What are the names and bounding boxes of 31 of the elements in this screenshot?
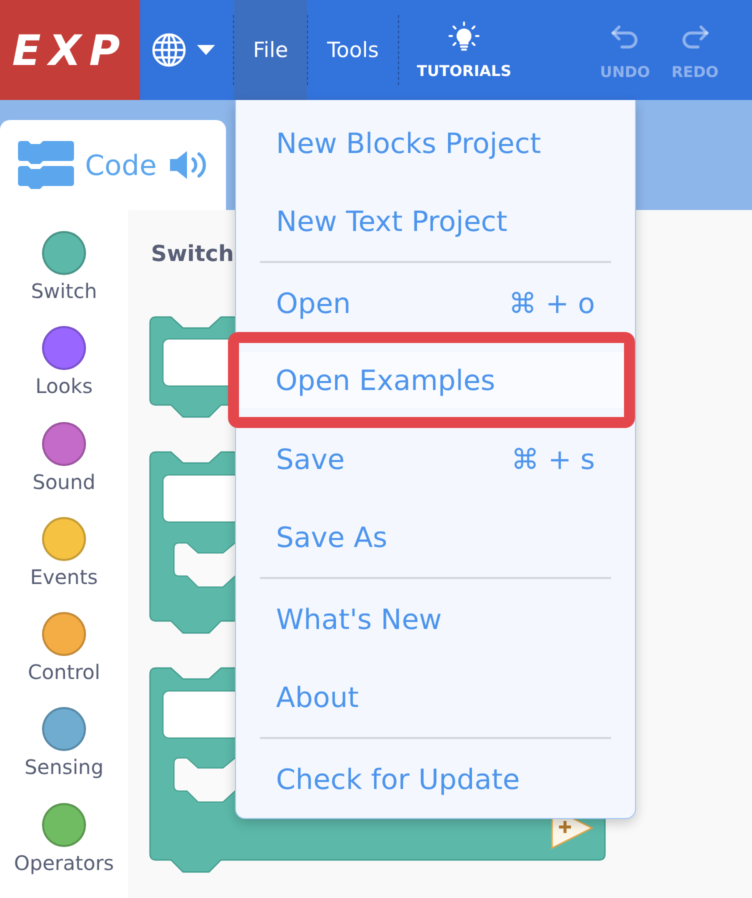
category-item[interactable]: Sound <box>0 422 128 517</box>
menu-option[interactable]: Open Examples <box>238 352 624 408</box>
category-item[interactable]: Events <box>0 516 128 612</box>
speaker-icon <box>168 148 208 182</box>
category-item[interactable]: Control <box>0 612 128 708</box>
category-item[interactable]: Switch <box>0 231 128 326</box>
shortcut-text: ⌘ + s <box>511 442 595 476</box>
code-blocks-icon <box>18 141 74 189</box>
menu-option[interactable]: What's New <box>236 591 635 647</box>
globe-icon <box>152 33 186 67</box>
menu-option[interactable]: About <box>236 669 635 725</box>
category-item[interactable]: Sensing <box>0 707 128 803</box>
menu-option[interactable]: Save ⌘ + s <box>236 431 635 487</box>
category-item[interactable]: Operators <box>0 802 128 898</box>
lightbulb-icon <box>448 20 480 52</box>
category-item[interactable]: Looks <box>0 326 128 422</box>
menu-item[interactable]: Tools <box>308 0 398 100</box>
menu-option[interactable]: Check for Update <box>236 751 635 807</box>
tutorials-button[interactable]: TUTORIALS <box>412 0 516 100</box>
category-heading: Switch <box>151 242 234 268</box>
menu-option[interactable]: New Text Project <box>236 193 635 249</box>
menu-option[interactable]: Save As <box>236 509 635 565</box>
redo-icon <box>680 25 710 49</box>
menu-option[interactable]: Open ⌘ + o <box>236 275 635 331</box>
shortcut-text: ⌘ + o <box>508 286 595 320</box>
tab[interactable]: Code <box>0 120 226 210</box>
undo-icon <box>610 25 640 49</box>
menu-item[interactable]: File <box>234 0 308 100</box>
menu-option[interactable]: New Blocks Project <box>236 115 635 171</box>
logo[interactable]: EXP <box>0 0 140 100</box>
caret-icon <box>197 45 215 55</box>
